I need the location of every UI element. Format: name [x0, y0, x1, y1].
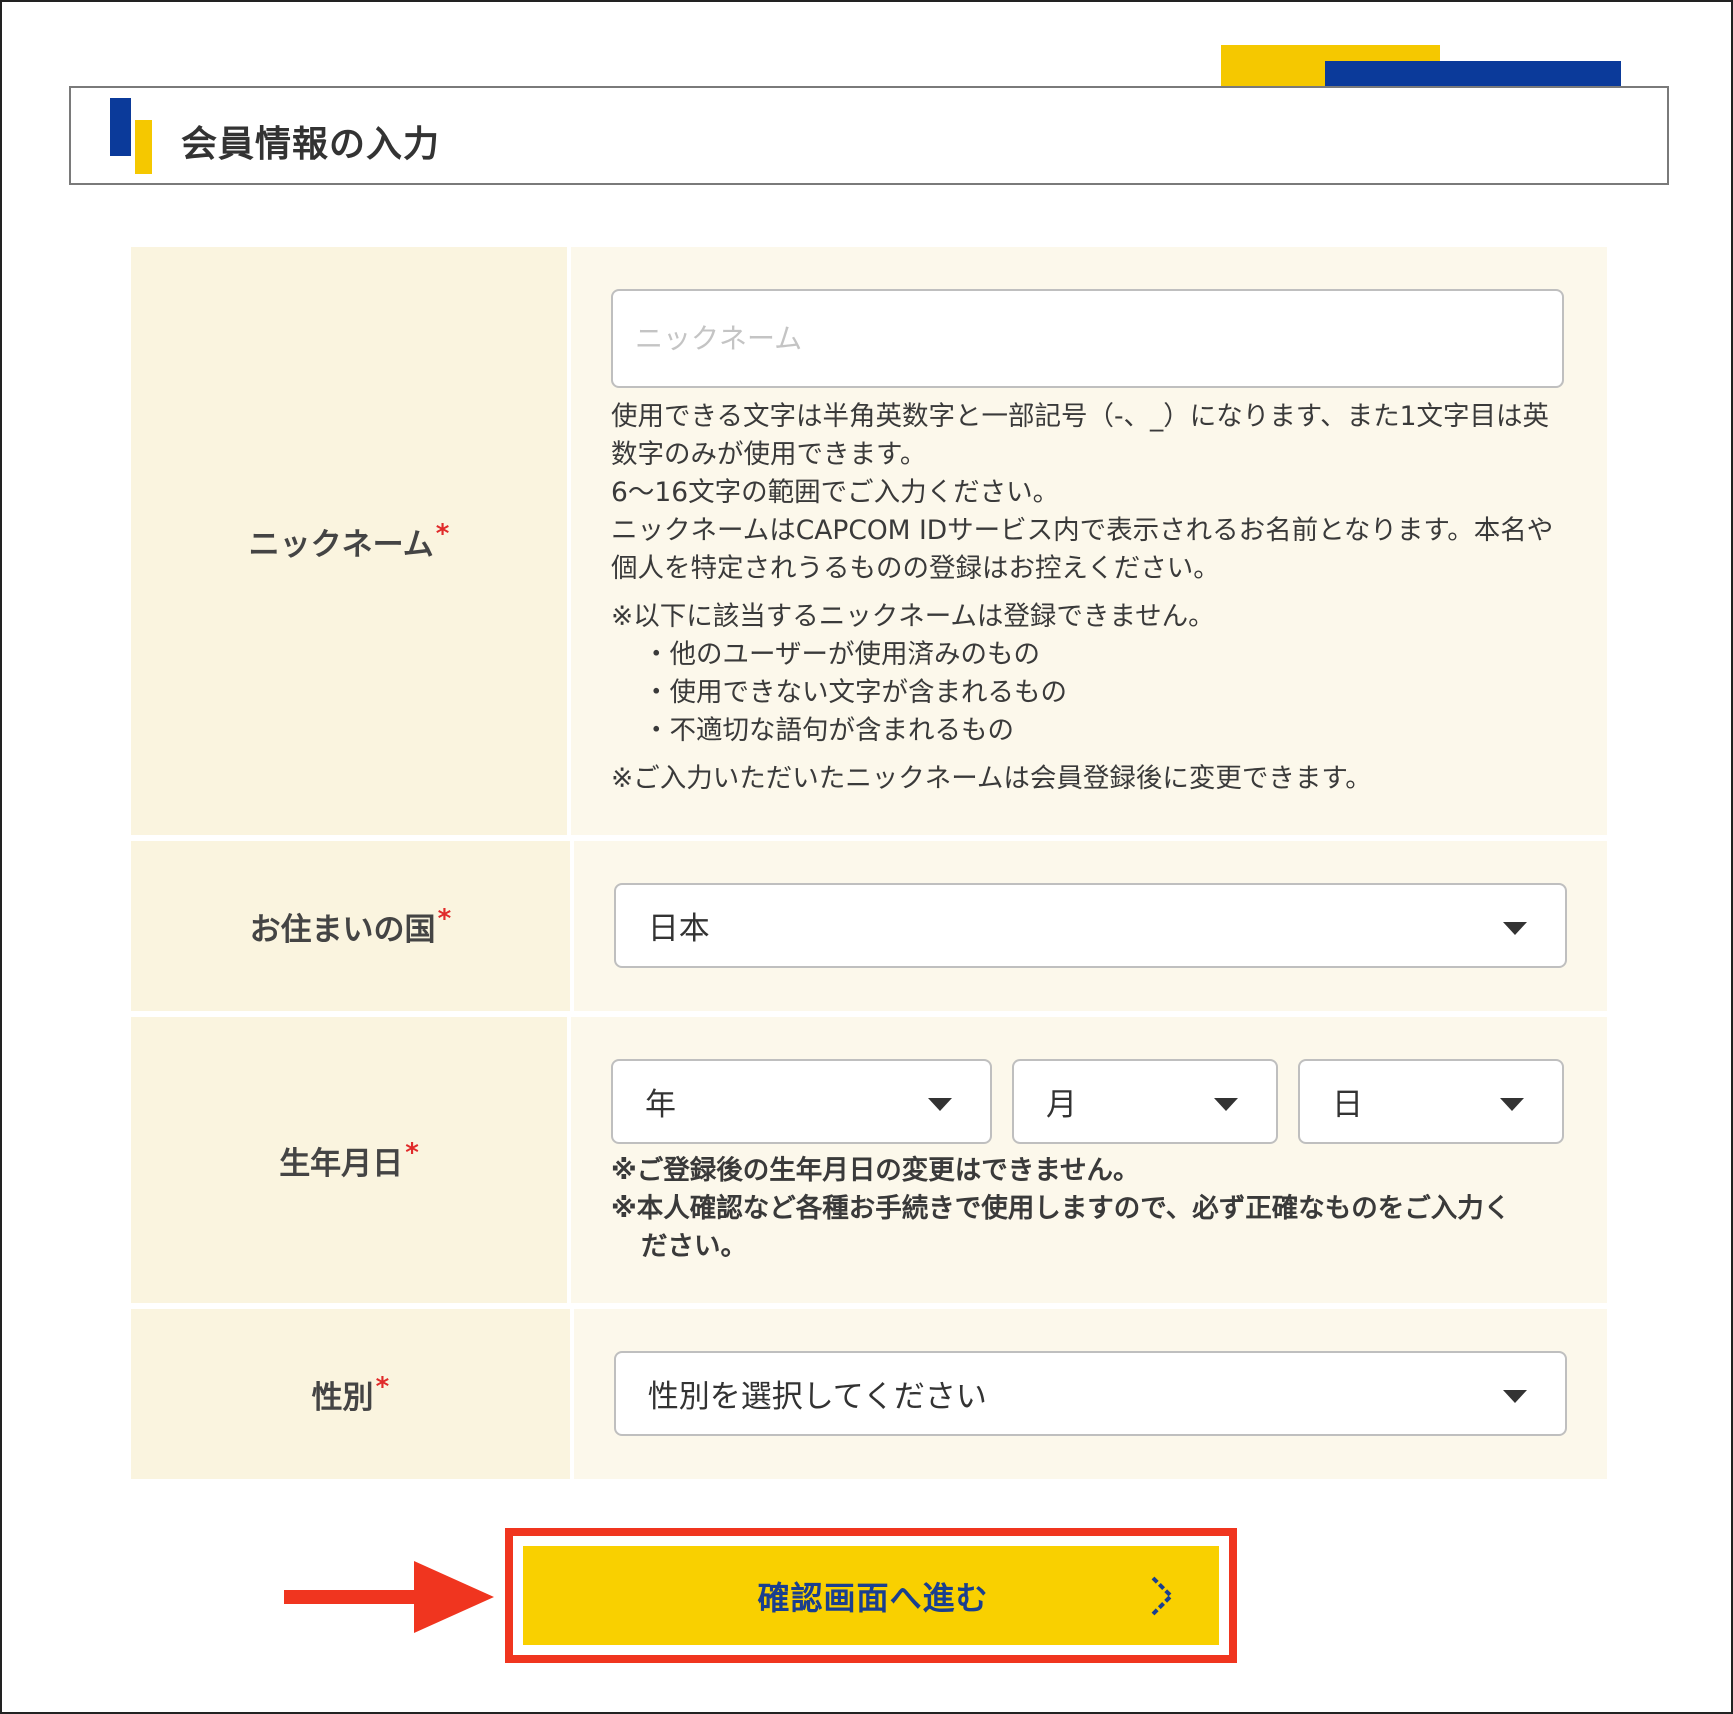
country-field-cell: 日本 — [573, 841, 1607, 1011]
birthdate-field-cell: 年 月 日 ※ご登録後の生年月日の変更はできません。 ※本人確認など各種お手続き… — [571, 1017, 1607, 1303]
birthdate-selects: 年 月 日 — [611, 1059, 1567, 1144]
caret-down-icon — [1500, 1098, 1524, 1111]
birthdate-label-cell: 生年月日* — [131, 1017, 567, 1303]
nickname-input[interactable] — [611, 289, 1564, 388]
country-select-value: 日本 — [647, 911, 710, 947]
birth-day-select[interactable]: 日 — [1298, 1059, 1564, 1144]
gender-row: 性別* 性別を選択してください — [131, 1309, 1607, 1479]
chevron-right-icon — [1151, 1576, 1174, 1616]
caret-down-icon — [928, 1098, 952, 1111]
nickname-restriction-list: ・他のユーザーが使用済みのもの ・使用できない文字が含まれるもの ・不適切な語句… — [611, 636, 1571, 750]
gender-select[interactable]: 性別を選択してください — [613, 1351, 1567, 1436]
gender-select-value: 性別を選択してください — [647, 1379, 987, 1415]
gender-label: 性別* — [311, 1371, 390, 1416]
birthdate-note: ※本人確認など各種お手続きで使用しますので、必ず正確なものをご入力く — [611, 1193, 1511, 1224]
nickname-help-line: 使用できる文字は半角英数字と一部記号（-、_）になります、また1文字目は英数字の… — [611, 401, 1550, 470]
nickname-field-cell: 使用できる文字は半角英数字と一部記号（-、_）になります、また1文字目は英数字の… — [571, 247, 1607, 835]
required-mark: * — [435, 518, 450, 549]
header-decoration-blue — [1325, 61, 1621, 87]
country-label-cell: お住まいの国* — [131, 841, 570, 1011]
caret-down-icon — [1214, 1098, 1238, 1111]
birth-month-select[interactable]: 月 — [1012, 1059, 1278, 1144]
caret-down-icon — [1502, 1390, 1527, 1403]
required-mark: * — [405, 1137, 419, 1168]
nickname-change-note: ※ご入力いただいたニックネームは会員登録後に変更できます。 — [611, 763, 1372, 794]
birthdate-row: 生年月日* 年 月 日 ※ご登録後の生年月日の変更はできません。 ※本人確認など… — [131, 1017, 1607, 1303]
birth-year-value: 年 — [645, 1087, 676, 1123]
nickname-help-line: 6〜16文字の範囲でご入力ください。 — [611, 477, 1060, 508]
nickname-label: ニックネーム* — [248, 518, 450, 563]
annotation-arrow-icon — [284, 1561, 494, 1633]
birth-month-value: 月 — [1046, 1087, 1077, 1123]
member-info-form: ニックネーム* 使用できる文字は半角英数字と一部記号（-、_）になります、また1… — [131, 247, 1607, 1485]
list-item: ・使用できない文字が含まれるもの — [643, 677, 1067, 708]
nickname-help: 使用できる文字は半角英数字と一部記号（-、_）になります、また1文字目は英数字の… — [611, 398, 1571, 798]
nickname-label-cell: ニックネーム* — [131, 247, 567, 835]
section-marker-blue — [110, 98, 131, 156]
required-mark: * — [437, 903, 452, 934]
birthdate-notes: ※ご登録後の生年月日の変更はできません。 ※本人確認など各種お手続きで使用します… — [611, 1152, 1571, 1266]
birthdate-note: ださい。 — [641, 1231, 747, 1262]
birth-day-value: 日 — [1332, 1087, 1363, 1123]
confirm-button[interactable]: 確認画面へ進む — [523, 1546, 1219, 1645]
page-title: 会員情報の入力 — [181, 124, 441, 165]
section-marker-yellow — [135, 120, 152, 174]
country-select[interactable]: 日本 — [613, 883, 1567, 968]
country-label: お住まいの国* — [249, 903, 452, 948]
nickname-help-line: ニックネームはCAPCOM IDサービス内で表示されるお名前となります。本名や個… — [611, 515, 1554, 584]
caret-down-icon — [1502, 922, 1527, 935]
birthdate-note: ※ご登録後の生年月日の変更はできません。 — [611, 1155, 1140, 1186]
nickname-restriction-title: ※以下に該当するニックネームは登録できません。 — [611, 601, 1215, 632]
birth-year-select[interactable]: 年 — [611, 1059, 992, 1144]
list-item: ・他のユーザーが使用済みのもの — [643, 639, 1040, 670]
birthdate-label: 生年月日* — [279, 1137, 419, 1182]
gender-field-cell: 性別を選択してください — [573, 1309, 1607, 1479]
list-item: ・不適切な語句が含まれるもの — [643, 715, 1014, 746]
country-row: お住まいの国* 日本 — [131, 841, 1607, 1011]
nickname-row: ニックネーム* 使用できる文字は半角英数字と一部記号（-、_）になります、また1… — [131, 247, 1607, 835]
required-mark: * — [375, 1371, 390, 1402]
gender-label-cell: 性別* — [131, 1309, 570, 1479]
confirm-button-label: 確認画面へ進む — [757, 1579, 989, 1616]
